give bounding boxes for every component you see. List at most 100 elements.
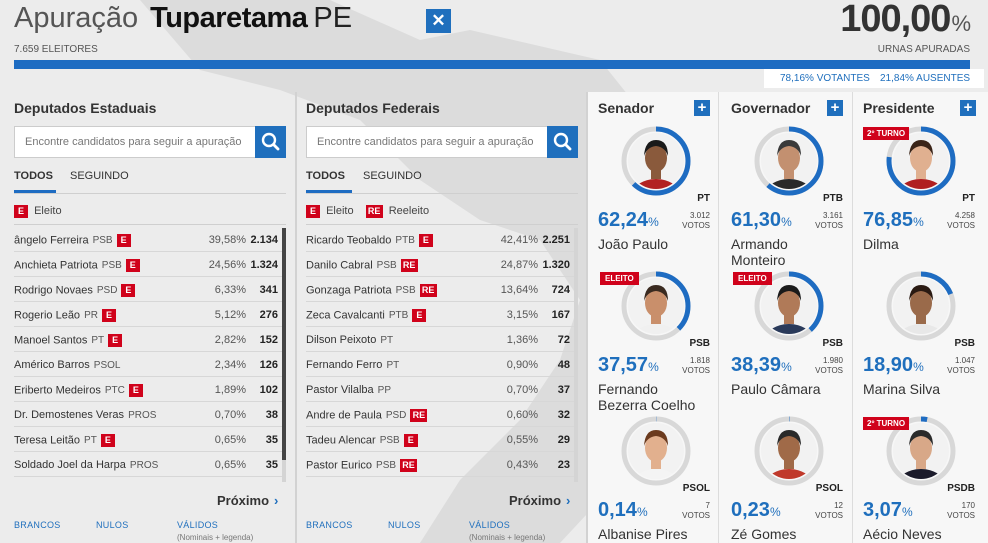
nulos-link[interactable]: NULOS (96, 520, 129, 530)
candidate-name[interactable]: João Paulo (598, 236, 668, 252)
table-row[interactable]: Tadeu Alencar PSB E 0,55% 29 (306, 427, 574, 452)
candidate-name[interactable]: Paulo Câmara (731, 381, 821, 397)
candidate-name[interactable]: Zé Gomes (731, 526, 796, 542)
candidate-votes: 37 (557, 384, 570, 396)
candidate-name[interactable]: Fernando Bezerra Coelho (598, 381, 695, 413)
table-row[interactable]: Fernando Ferro PT 0,90% 48 (306, 352, 574, 377)
candidate-name: Andre de Paula (306, 409, 382, 422)
table-row[interactable]: Andre de Paula PSD RE 0,60% 32 (306, 402, 574, 427)
candidate-name-cell: Rogerio Leão PR E (14, 309, 116, 322)
percent-symbol: % (913, 215, 924, 229)
close-button[interactable]: ✕ (426, 9, 451, 33)
candidate-party: PSB (954, 338, 975, 349)
eleito-badge: E (100, 434, 115, 447)
candidate-photo[interactable] (885, 270, 957, 342)
federais-search-input[interactable]: Encontre candidatos para seguir a apuraç… (306, 126, 578, 158)
table-row[interactable]: Dr. Demostenes Veras PROS 0,70% 38 (14, 402, 282, 427)
tab-seguindo[interactable]: SEGUINDO (363, 170, 422, 182)
candidate-photo[interactable] (753, 125, 825, 197)
progress-fill (14, 60, 970, 69)
brancos-link[interactable]: BRANCOS (14, 520, 61, 530)
candidate-percent: 37,57% (598, 354, 659, 377)
table-row[interactable]: Soldado Joel da Harpa PROS 0,65% 35 (14, 452, 282, 477)
votes-label: VOTOS (815, 221, 843, 230)
candidate-name[interactable]: Aécio Neves (863, 526, 942, 542)
candidate-name: Gonzaga Patriota (306, 284, 392, 297)
candidate-name-cell: Tadeu Alencar PSB E (306, 434, 418, 447)
candidate-percent: 42,41% (500, 234, 538, 246)
candidate-name[interactable]: Armando Monteiro (731, 236, 788, 268)
candidate-votes: 341 (259, 284, 278, 296)
federais-list: Ricardo Teobaldo PTB E 42,41% 2.251 Danilo Ca… (306, 227, 574, 477)
validos-link[interactable]: VÁLIDOS (177, 520, 218, 530)
table-row[interactable]: Pastor Vilalba PP 0,70% 37 (306, 377, 574, 402)
table-row[interactable]: Anchieta Patriota PSB E 24,56% 1.324 (14, 252, 282, 277)
candidate-name: Danilo Cabral (306, 259, 373, 272)
legend-eleito-label: Eleito (326, 205, 354, 218)
table-row[interactable]: Pastor Eurico PSB RE 0,43% 23 (306, 452, 574, 477)
candidate-name[interactable]: Albanise Pires (598, 526, 688, 542)
senador-add-button[interactable]: + (694, 100, 710, 116)
name-line-1: Zé Gomes (731, 526, 797, 542)
scrollbar-thumb[interactable] (282, 228, 286, 460)
candidate-photo[interactable] (753, 415, 825, 487)
name-line-1: Armando (731, 236, 788, 252)
presidente-add-button[interactable]: + (960, 100, 976, 116)
candidate-percent: 0,55% (506, 434, 538, 446)
candidate-name: Teresa Leitão (14, 434, 81, 447)
tab-seguindo[interactable]: SEGUINDO (70, 170, 129, 182)
table-row[interactable]: Rogerio Leão PR E 5,12% 276 (14, 302, 282, 327)
candidate-photo[interactable] (620, 125, 692, 197)
table-row[interactable]: Américo Barros PSOL 2,34% 126 (14, 352, 282, 377)
federais-next-button[interactable]: Próximo › (509, 493, 570, 508)
candidate-party: PT (386, 360, 400, 371)
table-row[interactable]: Manoel Santos PT E 2,82% 152 (14, 327, 282, 352)
nulos-link[interactable]: NULOS (388, 520, 421, 530)
table-row[interactable]: Zeca Cavalcanti PTB E 3,15% 167 (306, 302, 574, 327)
candidate-name[interactable]: Dilma (863, 236, 899, 252)
governador-add-button[interactable]: + (827, 100, 843, 116)
validos-link[interactable]: VÁLIDOS (469, 520, 510, 530)
candidate-party: PSB (92, 235, 113, 247)
table-row[interactable]: Gonzaga Patriota PSB RE 13,64% 724 (306, 277, 574, 302)
vote-share-ring (621, 126, 691, 196)
candidate-name[interactable]: Marina Silva (863, 381, 940, 397)
candidate-percent: 0,65% (214, 434, 246, 446)
search-button[interactable] (255, 126, 286, 158)
table-row[interactable]: Rodrigo Novaes PSD E 6,33% 341 (14, 277, 282, 302)
candidate-name: Tadeu Alencar (306, 434, 376, 447)
candidate-photo[interactable] (620, 415, 692, 487)
candidate-name: Eriberto Medeiros (14, 384, 101, 397)
candidate-name: Dilson Peixoto (306, 334, 377, 346)
table-row[interactable]: Dilson Peixoto PT 1,36% 72 (306, 327, 574, 352)
percent-symbol: % (901, 505, 913, 519)
candidate-party: PSB (101, 260, 122, 272)
candidate-name-cell: Eriberto Medeiros PTC E (14, 384, 143, 397)
estaduais-next-button[interactable]: Próximo › (217, 493, 278, 508)
eleito-badge: E (108, 334, 123, 347)
search-button[interactable] (547, 126, 578, 158)
table-row[interactable]: Eriberto Medeiros PTC E 1,89% 102 (14, 377, 282, 402)
page-title: Apuração Tuparetama PE (14, 2, 352, 35)
table-row[interactable]: Teresa Leitão PT E 0,65% 35 (14, 427, 282, 452)
tab-todos[interactable]: TODOS (306, 170, 345, 182)
candidate-name: Rogerio Leão (14, 309, 81, 322)
table-row[interactable]: ângelo Ferreira PSB E 39,58% 2.134 (14, 227, 282, 252)
votes-label: VOTOS (947, 221, 975, 230)
candidate-name-cell: Pastor Eurico PSB RE (306, 459, 418, 472)
candidate-name-cell: Rodrigo Novaes PSD E (14, 284, 136, 297)
apuracao-progress-bar (14, 60, 970, 69)
candidate-party: PTC (104, 385, 125, 397)
estaduais-legend: E Eleito (14, 205, 62, 218)
candidate-votes: 1.320 (542, 259, 570, 271)
table-row[interactable]: Danilo Cabral PSB RE 24,87% 1.320 (306, 252, 574, 277)
scrollbar[interactable] (574, 228, 578, 482)
eleito-badge: E (14, 205, 28, 218)
brancos-link[interactable]: BRANCOS (306, 520, 353, 530)
votes-count: 170 (961, 501, 975, 510)
estaduais-search-input[interactable]: Encontre candidatos para seguir a apuraç… (14, 126, 286, 158)
tab-todos[interactable]: TODOS (14, 170, 53, 182)
name-line-1: Marina Silva (863, 381, 941, 397)
votes-label: VOTOS (947, 366, 975, 375)
table-row[interactable]: Ricardo Teobaldo PTB E 42,41% 2.251 (306, 227, 574, 252)
